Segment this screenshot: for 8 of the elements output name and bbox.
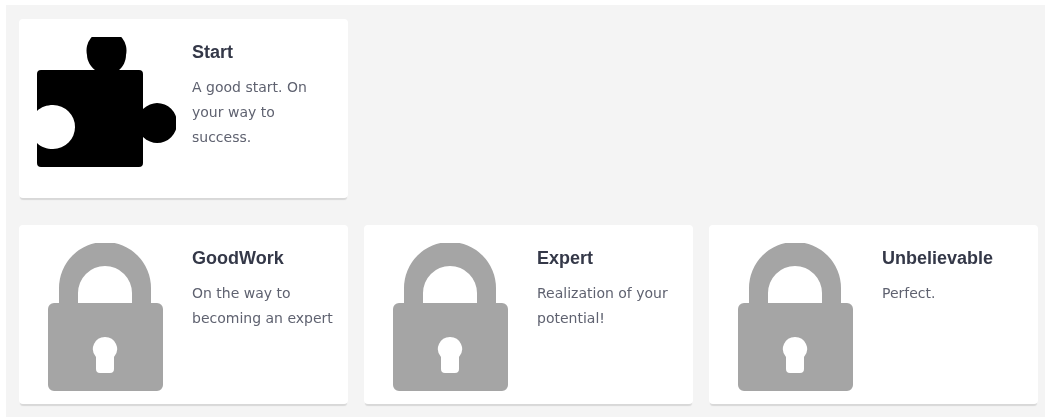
achievement-title: Expert bbox=[537, 247, 595, 270]
achievement-title: GoodWork bbox=[192, 247, 285, 270]
achievement-description: Realization of your potential! bbox=[537, 284, 669, 328]
achievement-description: On the way to becoming an expert bbox=[192, 284, 334, 328]
achievement-description: Perfect. bbox=[882, 284, 937, 303]
achievement-description: A good start. On your way to success. bbox=[192, 78, 308, 147]
achievement-title: Unbelievable bbox=[882, 247, 995, 270]
achievement-title: Start bbox=[192, 41, 234, 64]
